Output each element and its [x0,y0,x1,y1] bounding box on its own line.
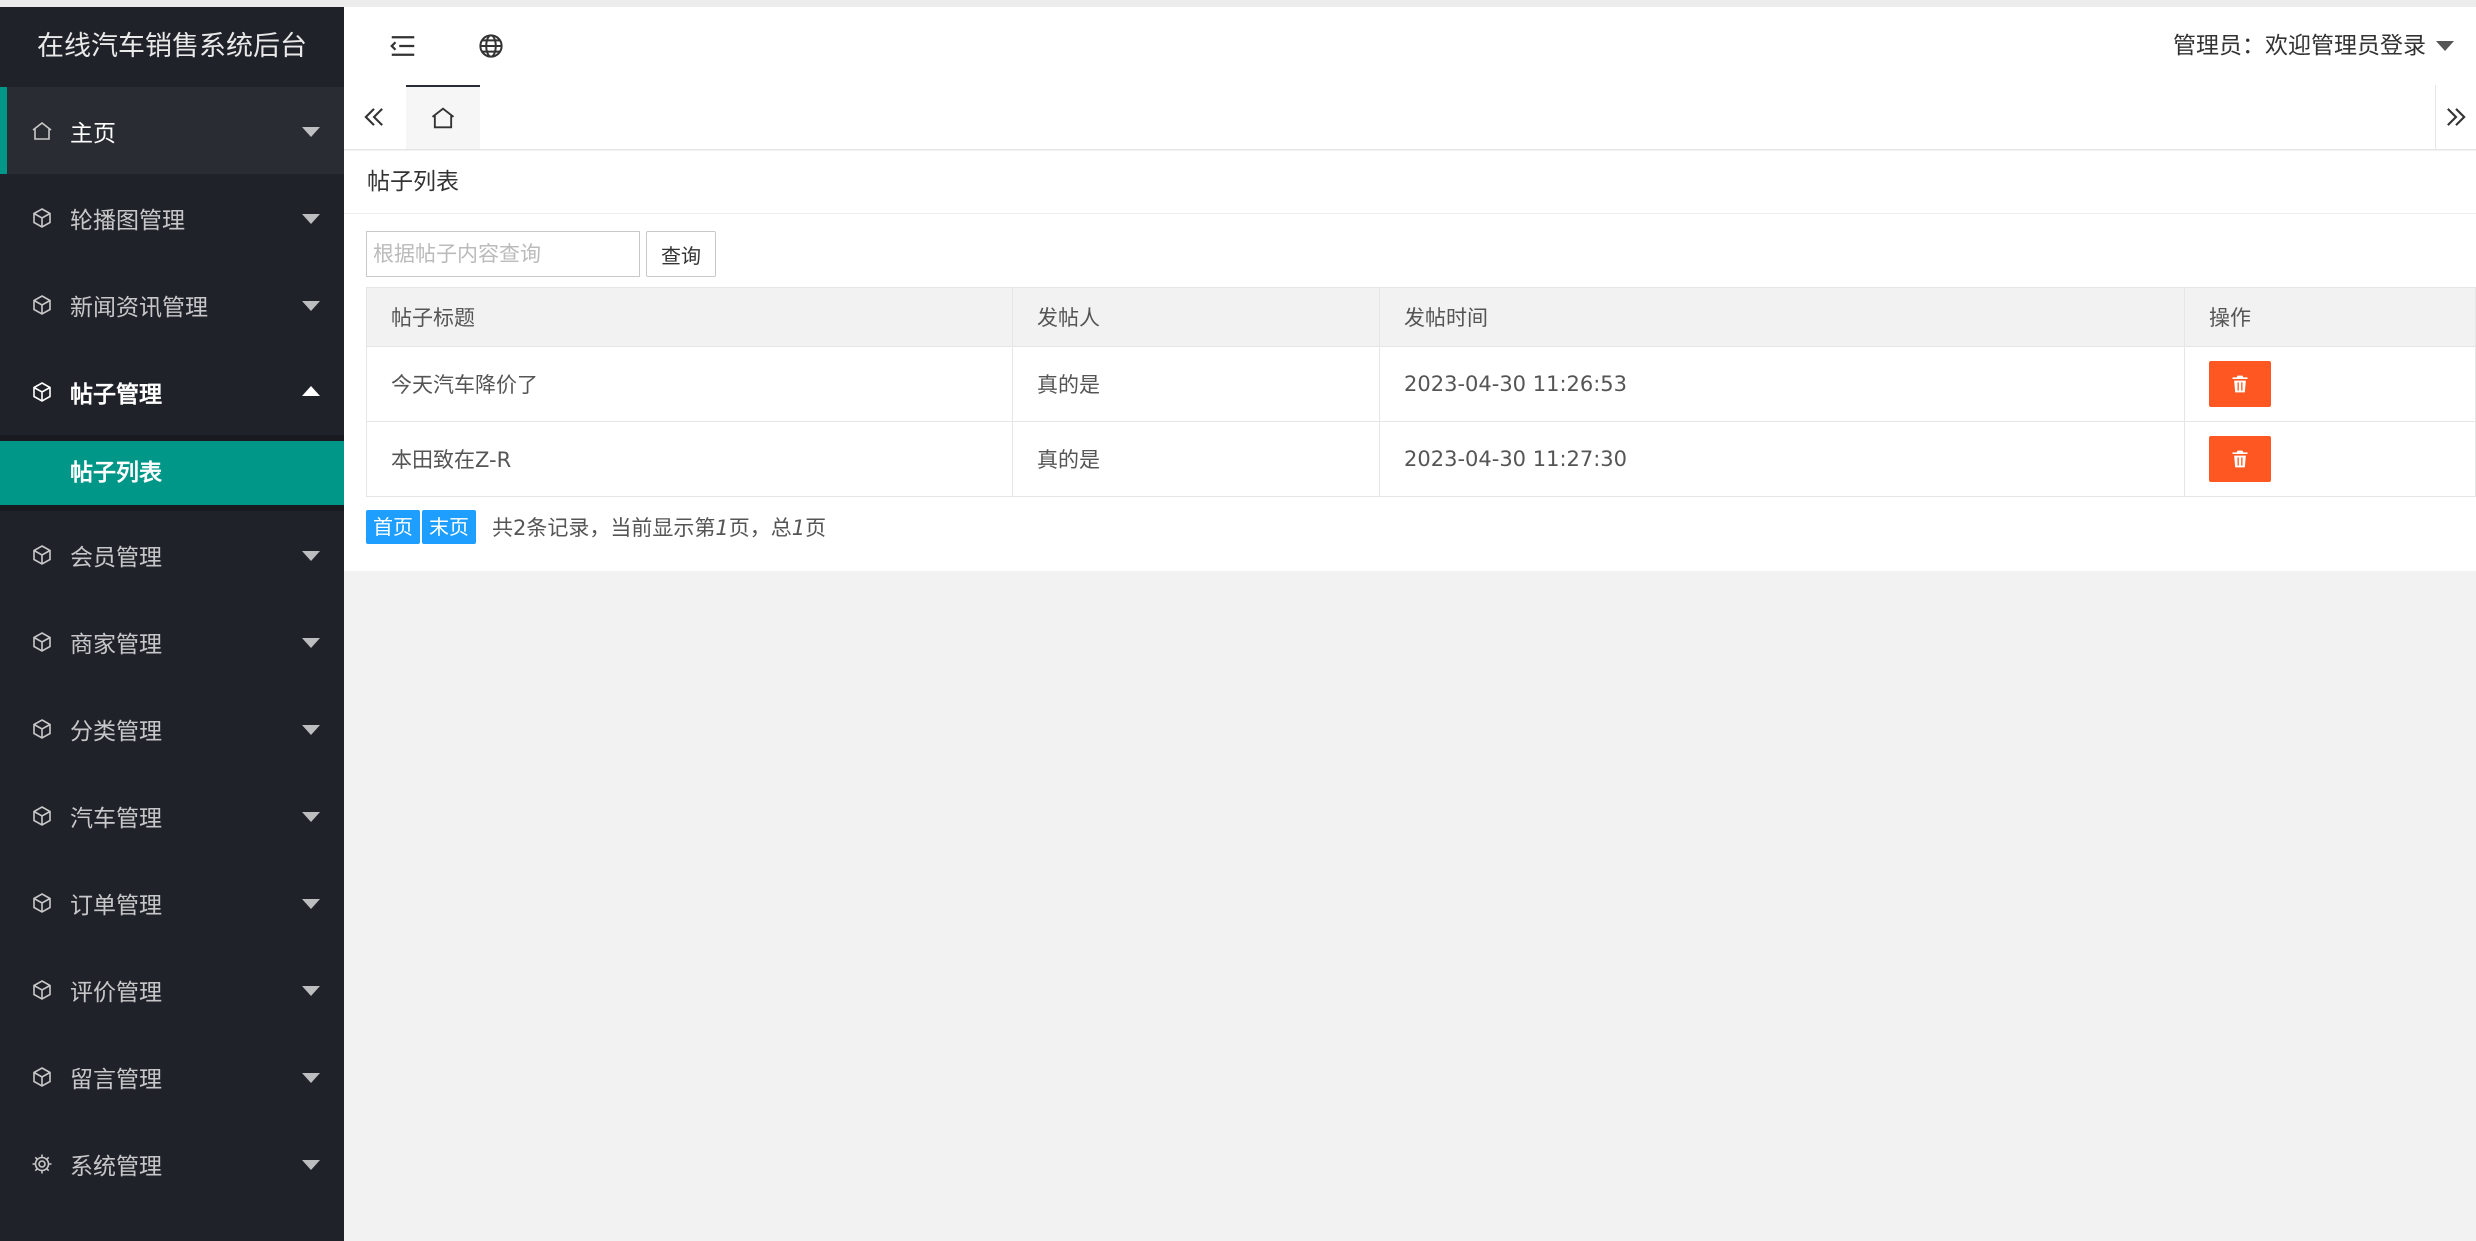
sidebar-item-home[interactable]: 主页 [0,87,344,174]
chevron-down-icon [302,1072,320,1083]
search-button[interactable]: 查询 [646,231,716,277]
cube-icon [30,380,54,404]
column-header-time: 发帖时间 [1379,287,2185,347]
table-row: 今天汽车降价了 真的是 2023-04-30 11:26:53 [366,346,2476,422]
chevron-down-icon [302,724,320,735]
pagination: 首页 末页 共2条记录，当前显示第1页，总1页 [366,510,826,544]
home-icon [30,119,54,143]
column-header-title: 帖子标题 [366,287,1013,347]
column-header-actions: 操作 [2184,287,2476,347]
cube-icon [30,891,54,915]
sidebar: 在线汽车销售系统后台 主页 轮播图管理 新闻资讯管理 帖子管理 帖子列表 会员管… [0,7,344,1241]
post-table: 帖子标题 发帖人 发帖时间 操作 今天汽车降价了 真的是 2023-04-30 … [366,287,2476,497]
search-bar: 查询 [366,231,716,277]
pagination-info: 共2条记录，当前显示第1页，总1页 [492,512,826,542]
user-greeting: 管理员：欢迎管理员登录 [2173,33,2426,59]
sidebar-item-carousel[interactable]: 轮播图管理 [0,174,344,261]
chevron-down-icon [302,213,320,224]
sidebar-item-system[interactable]: 系统管理 [0,1120,344,1207]
sidebar-item-members[interactable]: 会员管理 [0,511,344,598]
menu-collapse-icon[interactable] [386,29,420,63]
cube-icon [30,978,54,1002]
active-indicator [0,87,7,174]
home-icon [431,107,455,129]
first-page-button[interactable]: 首页 [366,510,420,544]
tab-scroll-right-icon[interactable] [2435,85,2476,149]
chevron-down-icon [2436,41,2454,51]
sidebar-item-orders[interactable]: 订单管理 [0,859,344,946]
user-menu[interactable]: 管理员：欢迎管理员登录 [2173,7,2454,85]
sidebar-item-reviews[interactable]: 评价管理 [0,946,344,1033]
column-header-author: 发帖人 [1012,287,1380,347]
gear-icon [30,1152,54,1176]
sidebar-item-news[interactable]: 新闻资讯管理 [0,261,344,348]
delete-button[interactable] [2209,361,2271,407]
top-header: 管理员：欢迎管理员登录 [344,7,2476,86]
cell-actions [2184,346,2476,422]
cell-post-title: 今天汽车降价了 [366,346,1013,422]
table-row: 本田致在Z-R 真的是 2023-04-30 11:27:30 [366,421,2476,497]
chevron-up-icon [302,385,320,396]
cell-actions [2184,421,2476,497]
chevron-down-icon [302,637,320,648]
chevron-down-icon [302,985,320,996]
pagination-total-pages: 1 [791,516,806,540]
sidebar-item-messages[interactable]: 留言管理 [0,1033,344,1120]
chevron-down-icon [302,126,320,137]
app-title: 在线汽车销售系统后台 [37,31,307,62]
pagination-info-prefix: 共2条记录，当前显示第 [492,516,716,540]
trash-icon [2232,450,2248,468]
page-title: 帖子列表 [344,151,2476,214]
cube-icon [30,293,54,317]
delete-button[interactable] [2209,436,2271,482]
pagination-info-mid: 页，总 [728,516,792,540]
tab-home[interactable] [406,85,480,149]
cube-icon [30,1065,54,1089]
pagination-info-suffix: 页 [805,516,827,540]
cell-post-time: 2023-04-30 11:26:53 [1379,346,2185,422]
globe-icon[interactable] [474,29,508,63]
sidebar-subitem-post-list[interactable]: 帖子列表 [0,441,344,505]
pagination-current-page: 1 [715,516,729,540]
tab-scroll-left-icon[interactable] [344,85,404,149]
sidebar-item-categories[interactable]: 分类管理 [0,685,344,772]
cube-icon [30,543,54,567]
last-page-button[interactable]: 末页 [422,510,476,544]
sidebar-submenu-posts: 帖子列表 [0,435,344,511]
chevron-down-icon [302,811,320,822]
cell-post-author: 真的是 [1012,346,1380,422]
chevron-down-icon [302,300,320,311]
cube-icon [30,206,54,230]
sidebar-nav: 主页 轮播图管理 新闻资讯管理 帖子管理 帖子列表 会员管理 商家管理 分类管理… [0,87,344,1207]
table-header-row: 帖子标题 发帖人 发帖时间 操作 [366,287,2476,347]
chevron-down-icon [302,1159,320,1170]
chevron-down-icon [302,898,320,909]
chevron-down-icon [302,550,320,561]
cell-post-author: 真的是 [1012,421,1380,497]
sidebar-item-cars[interactable]: 汽车管理 [0,772,344,859]
sidebar-item-posts[interactable]: 帖子管理 [0,348,344,435]
sidebar-item-merchants[interactable]: 商家管理 [0,598,344,685]
cube-icon [30,804,54,828]
trash-icon [2232,375,2248,393]
window-top-strip [0,0,2476,7]
cell-post-time: 2023-04-30 11:27:30 [1379,421,2185,497]
tab-bar [344,85,2476,150]
cube-icon [30,717,54,741]
cell-post-title: 本田致在Z-R [366,421,1013,497]
post-list-panel: 帖子列表 查询 帖子标题 发帖人 发帖时间 操作 今天汽车降价了 真的是 202… [344,151,2476,571]
search-input[interactable] [366,231,640,277]
cube-icon [30,630,54,654]
